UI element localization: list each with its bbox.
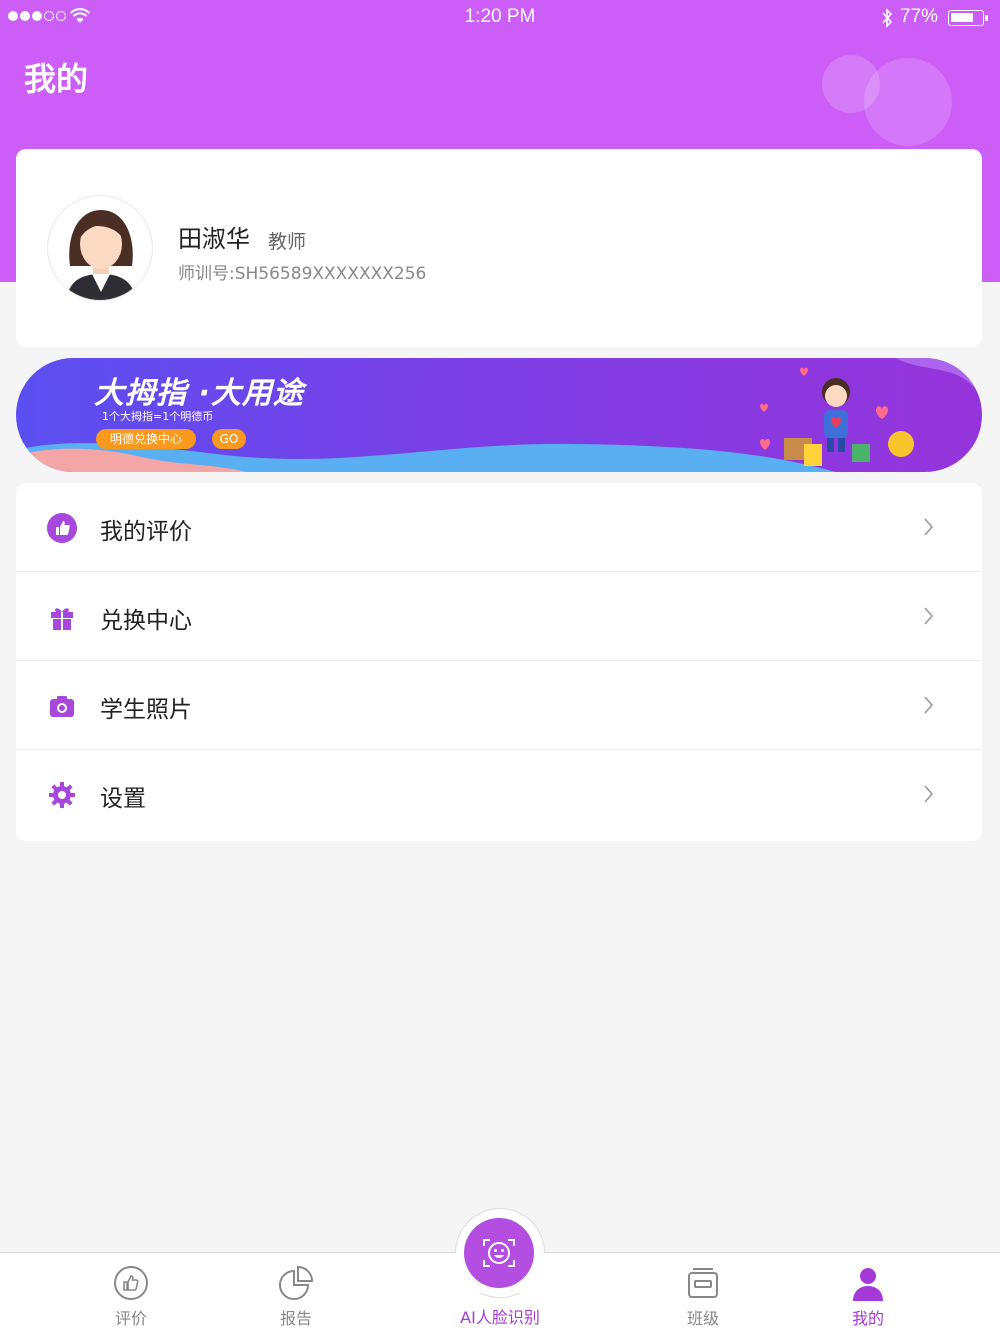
camera-icon bbox=[50, 696, 74, 717]
pie-chart-icon bbox=[279, 1265, 314, 1300]
thumbs-up-icon bbox=[47, 513, 77, 543]
menu-list: 我的评价 兑换中心 学生照片 设置 bbox=[16, 483, 982, 841]
chevron-right-icon bbox=[924, 607, 934, 625]
girl-illustration bbox=[822, 378, 850, 452]
chevron-right-icon bbox=[924, 785, 934, 803]
avatar[interactable] bbox=[47, 195, 153, 301]
profile-name: 田淑华 bbox=[178, 225, 250, 253]
promo-banner[interactable]: 大拇指 ·大用途 1个大拇指=1个明德币 明德兑换中心 GO bbox=[16, 358, 982, 472]
banner-go-button[interactable]: GO bbox=[212, 429, 246, 449]
tab-mine[interactable]: 我的 bbox=[808, 1253, 928, 1334]
face-scan-icon bbox=[483, 1239, 515, 1267]
person-icon bbox=[853, 1268, 883, 1301]
menu-item-exchange-center[interactable]: 兑换中心 bbox=[16, 572, 982, 661]
menu-label: 兑换中心 bbox=[100, 608, 192, 634]
tab-class[interactable]: 班级 bbox=[643, 1253, 763, 1334]
decor-bubble bbox=[864, 58, 952, 146]
menu-label: 我的评价 bbox=[100, 519, 192, 545]
banner-title: 大拇指 ·大用途 bbox=[94, 376, 304, 411]
battery-percent: 77% bbox=[900, 6, 939, 27]
thumbs-up-outline-icon bbox=[114, 1266, 148, 1300]
chevron-right-icon bbox=[924, 518, 934, 536]
tab-label[interactable]: AI人脸识别 bbox=[430, 1304, 570, 1328]
gear-icon bbox=[49, 782, 75, 808]
gift-icon bbox=[51, 608, 73, 630]
menu-item-settings[interactable]: 设置 bbox=[16, 750, 982, 839]
class-icon bbox=[688, 1268, 718, 1298]
tab-label: 班级 bbox=[686, 1309, 719, 1328]
profile-id: 师训号:SH56589XXXXXXX256 bbox=[178, 264, 427, 284]
tab-report[interactable]: 报告 bbox=[236, 1253, 356, 1334]
menu-label: 学生照片 bbox=[100, 697, 192, 723]
menu-item-student-photos[interactable]: 学生照片 bbox=[16, 661, 982, 750]
battery-icon bbox=[948, 10, 988, 26]
banner-subtitle: 1个大拇指=1个明德币 bbox=[102, 410, 214, 423]
status-time: 1:20 PM bbox=[464, 6, 536, 27]
profile-card[interactable]: 田淑华 教师 师训号:SH56589XXXXXXX256 bbox=[16, 149, 982, 347]
chevron-right-icon bbox=[924, 696, 934, 714]
menu-item-my-evaluation[interactable]: 我的评价 bbox=[16, 483, 982, 572]
tab-label: 评价 bbox=[114, 1309, 147, 1328]
status-bar: 1:20 PM 77% bbox=[0, 0, 1000, 36]
ai-face-recognition-button[interactable] bbox=[464, 1218, 534, 1288]
banner-exchange-pill[interactable]: 明德兑换中心 bbox=[96, 429, 197, 449]
page-title: 我的 bbox=[24, 60, 89, 98]
tab-label: 报告 bbox=[279, 1309, 312, 1328]
profile-role: 教师 bbox=[268, 231, 307, 253]
menu-label: 设置 bbox=[100, 786, 146, 812]
bluetooth-icon bbox=[882, 8, 893, 28]
tab-evaluation[interactable]: 评价 bbox=[71, 1253, 191, 1334]
tab-label: 我的 bbox=[851, 1309, 884, 1328]
